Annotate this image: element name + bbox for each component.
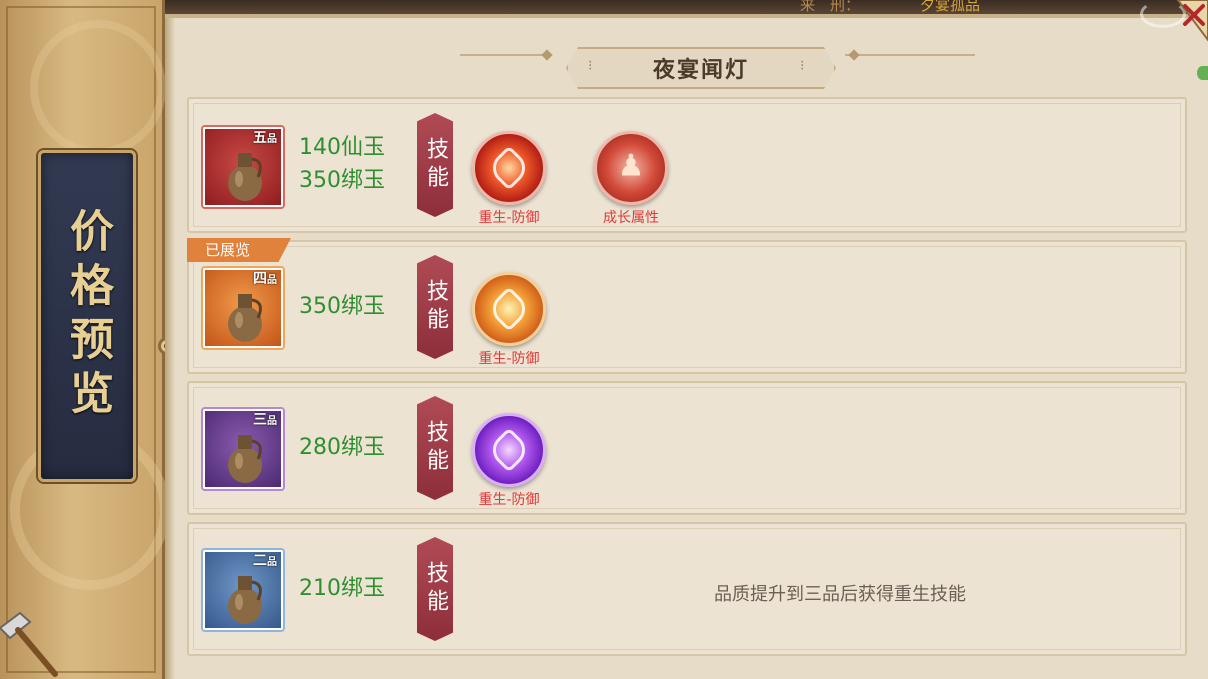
- side-tab-indicator[interactable]: [1197, 66, 1208, 80]
- price-bangyu: 350绑玉: [299, 168, 385, 193]
- vase-icon: [228, 153, 262, 201]
- top-background-strip: 来 刑： 夕宴孤品: [160, 0, 1208, 14]
- price-bangyu: 280绑玉: [299, 435, 385, 460]
- grade-suffix: 品: [267, 275, 277, 286]
- skill-tag: 技能: [417, 255, 453, 359]
- item-icon-grade-2[interactable]: 二品: [203, 550, 283, 630]
- exhibited-badge: 已展览: [187, 238, 291, 262]
- skill-name: 成长属性: [603, 210, 659, 226]
- item-icon-grade-4[interactable]: 四品: [203, 268, 283, 348]
- rebirth-defense-icon: [472, 131, 546, 205]
- cloud-swirl-decoration: [30, 20, 166, 156]
- skill-name: 重生-防御: [478, 210, 540, 226]
- item-icon-grade-5[interactable]: 五品: [203, 127, 283, 207]
- skill-name: 重生-防御: [478, 351, 540, 367]
- header-ornament-left-icon: ⁝: [588, 58, 593, 74]
- skill-growth-attribute[interactable]: ♟ 成长属性: [586, 131, 676, 227]
- price-list: 350绑玉: [299, 290, 385, 323]
- rebirth-defense-icon: [472, 413, 546, 487]
- grade-row-5: 五品 140仙玉 350绑玉 技能 重生-防御 ♟ 成长属性: [187, 97, 1187, 233]
- grade-tag: 二品: [253, 554, 277, 570]
- vase-icon: [228, 435, 262, 483]
- grade-number: 四: [253, 271, 267, 287]
- grade-number: 二: [253, 553, 267, 569]
- background-item-name: 夕宴孤品: [920, 0, 981, 14]
- grade-tag: 四品: [253, 272, 277, 288]
- grade-suffix: 品: [267, 557, 277, 568]
- grade-row-3: 三品 280绑玉 技能 重生-防御: [187, 381, 1187, 515]
- grade-tag: 三品: [253, 413, 277, 429]
- vase-icon: [228, 576, 262, 624]
- grade-number: 三: [253, 412, 267, 428]
- skill-rebirth-defense[interactable]: 重生-防御: [464, 413, 554, 509]
- upgrade-note: 品质提升到三品后获得重生技能: [714, 584, 966, 605]
- vase-icon: [228, 294, 262, 342]
- price-list: 210绑玉: [299, 572, 385, 605]
- skill-rebirth-defense[interactable]: 重生-防御: [464, 272, 554, 368]
- panel-edge: [165, 18, 175, 679]
- grade-tag: 五品: [253, 131, 277, 147]
- grade-suffix: 品: [267, 134, 277, 145]
- skill-tag: 技能: [417, 537, 453, 641]
- skill-tag: 技能: [417, 396, 453, 500]
- header-line-left: [460, 54, 550, 56]
- price-bangyu: 350绑玉: [299, 294, 385, 319]
- skill-name: 重生-防御: [478, 492, 540, 508]
- background-label: 来 刑：: [800, 0, 861, 14]
- grade-suffix: 品: [267, 416, 277, 427]
- section-title: 夜宴闻灯: [652, 58, 749, 83]
- hammer-icon: [0, 611, 58, 677]
- header-plate: 夜宴闻灯: [566, 47, 836, 89]
- page-title: 价格预览: [62, 208, 113, 424]
- header-line-right: [845, 54, 975, 56]
- grade-number: 五: [253, 130, 267, 146]
- price-xianyu: 140仙玉: [299, 135, 385, 160]
- close-icon[interactable]: [1163, 0, 1208, 52]
- price-list: 140仙玉 350绑玉: [299, 131, 385, 197]
- header-ornament-right-icon: ⁝: [800, 58, 805, 74]
- growth-attribute-icon: ♟: [594, 131, 668, 205]
- grade-row-2: 二品 210绑玉 技能 品质提升到三品后获得重生技能: [187, 522, 1187, 656]
- skill-tag: 技能: [417, 113, 453, 217]
- skill-rebirth-defense[interactable]: 重生-防御: [464, 131, 554, 227]
- rebirth-defense-icon: [472, 272, 546, 346]
- price-list: 280绑玉: [299, 431, 385, 464]
- price-bangyu: 210绑玉: [299, 576, 385, 601]
- item-icon-grade-3[interactable]: 三品: [203, 409, 283, 489]
- grade-row-4: 四品 已展览 350绑玉 技能 重生-防御: [187, 238, 1187, 374]
